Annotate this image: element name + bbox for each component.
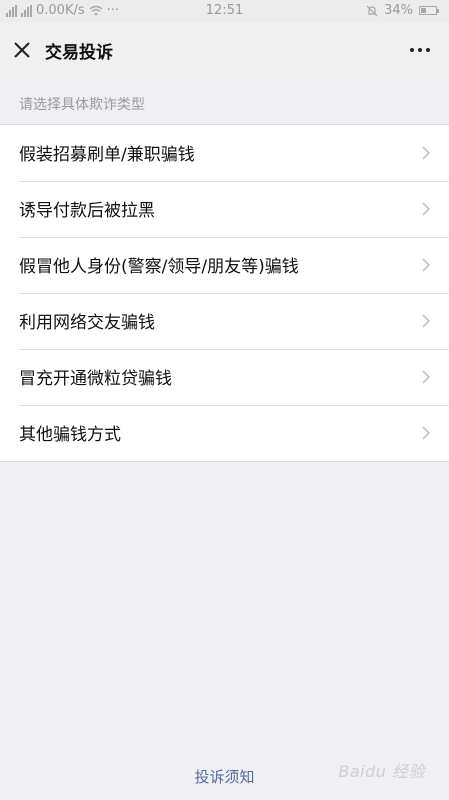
more-button[interactable] xyxy=(403,36,437,64)
list-item[interactable]: 冒充开通微粒贷骗钱 xyxy=(0,349,449,405)
close-button[interactable] xyxy=(8,36,36,64)
list-item[interactable]: 假装招募刷单/兼职骗钱 xyxy=(0,125,449,181)
chevron-right-icon xyxy=(422,202,431,216)
chevron-right-icon xyxy=(422,146,431,160)
list-item-label: 其他骗钱方式 xyxy=(19,425,121,445)
more-icon xyxy=(410,48,414,52)
fraud-type-list: 假装招募刷单/兼职骗钱 诱导付款后被拉黑 假冒他人身份(警察/领导/朋友等)骗钱… xyxy=(0,124,449,462)
list-item-label: 诱导付款后被拉黑 xyxy=(19,201,155,221)
list-item-label: 利用网络交友骗钱 xyxy=(19,313,155,333)
battery-level xyxy=(421,8,426,13)
list-item[interactable]: 利用网络交友骗钱 xyxy=(0,293,449,349)
watermark: Baidu 经验 xyxy=(338,762,425,781)
chevron-right-icon xyxy=(422,314,431,328)
page-title: 交易投诉 xyxy=(45,43,113,63)
section-header: 请选择具体欺诈类型 xyxy=(19,97,145,113)
status-bar: 0.00K/s ··· 12:51 34% xyxy=(0,0,449,22)
list-item-label: 假装招募刷单/兼职骗钱 xyxy=(19,145,195,165)
chevron-right-icon xyxy=(422,370,431,384)
list-item[interactable]: 诱导付款后被拉黑 xyxy=(0,181,449,237)
chevron-right-icon xyxy=(422,258,431,272)
battery-percent: 34% xyxy=(384,3,413,18)
battery-icon xyxy=(419,6,439,15)
close-icon xyxy=(14,42,30,58)
list-item-label: 假冒他人身份(警察/领导/朋友等)骗钱 xyxy=(19,257,299,277)
nav-bar: 交易投诉 xyxy=(0,22,449,78)
list-item[interactable]: 其他骗钱方式 xyxy=(0,405,449,461)
chevron-right-icon xyxy=(422,426,431,440)
alarm-off-icon xyxy=(366,5,378,16)
status-right: 34% xyxy=(366,3,439,18)
list-item[interactable]: 假冒他人身份(警察/领导/朋友等)骗钱 xyxy=(0,237,449,293)
list-item-label: 冒充开通微粒贷骗钱 xyxy=(19,369,172,389)
